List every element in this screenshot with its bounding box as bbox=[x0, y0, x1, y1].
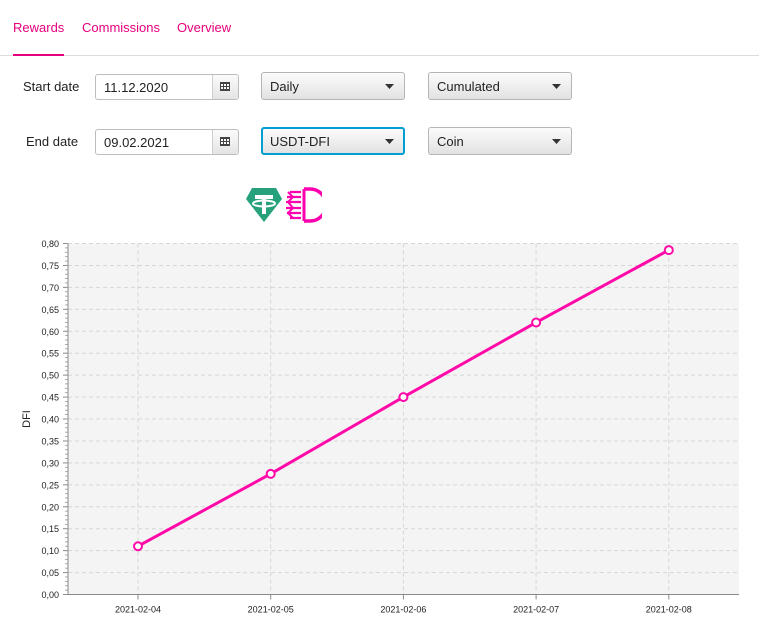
mode-select[interactable]: Cumulated bbox=[428, 72, 572, 100]
unit-select[interactable]: Coin bbox=[428, 127, 572, 155]
data-point bbox=[265, 468, 276, 479]
unit-select-value: Coin bbox=[437, 134, 464, 149]
calendar-icon bbox=[220, 82, 230, 91]
chevron-down-icon bbox=[552, 84, 561, 89]
mode-select-value: Cumulated bbox=[437, 79, 500, 94]
data-point bbox=[531, 317, 542, 328]
y-tick-label: 0,60 bbox=[41, 327, 59, 337]
y-tick-label: 0,50 bbox=[41, 371, 59, 381]
end-date-calendar-button[interactable] bbox=[212, 130, 238, 154]
y-tick-label: 0,00 bbox=[41, 590, 59, 600]
tether-icon bbox=[246, 188, 282, 222]
end-date-label: End date bbox=[26, 134, 79, 149]
x-tick-label: 2021-02-04 bbox=[115, 605, 161, 615]
tab-overview[interactable]: Overview bbox=[177, 0, 231, 55]
pool-select[interactable]: USDT-DFI bbox=[261, 127, 405, 155]
data-point bbox=[133, 541, 143, 552]
calendar-icon bbox=[220, 137, 230, 146]
chevron-down-icon bbox=[385, 84, 394, 89]
y-tick-label: 0,70 bbox=[41, 283, 59, 293]
end-date-picker[interactable] bbox=[95, 129, 239, 155]
start-date-picker[interactable] bbox=[95, 74, 239, 100]
y-tick-label: 0,80 bbox=[41, 239, 59, 249]
y-tick-label: 0,25 bbox=[41, 480, 59, 490]
x-tick-label: 2021-02-07 bbox=[513, 605, 559, 615]
x-tick-label: 2021-02-08 bbox=[646, 605, 692, 615]
y-tick-label: 0,45 bbox=[41, 393, 59, 403]
y-tick-label: 0,15 bbox=[41, 524, 59, 534]
start-date-calendar-button[interactable] bbox=[212, 75, 238, 99]
y-tick-label: 0,75 bbox=[41, 261, 59, 271]
start-date-field[interactable] bbox=[96, 75, 213, 99]
data-point bbox=[398, 392, 409, 403]
y-tick-label: 0,65 bbox=[41, 305, 59, 315]
tab-bar: Rewards Commissions Overview bbox=[0, 0, 759, 56]
defichain-icon bbox=[286, 187, 322, 223]
y-tick-label: 0,35 bbox=[41, 436, 59, 446]
y-axis-label: DFI bbox=[21, 410, 33, 428]
rewards-line-chart: 0,00 0,05 0,10 0,15 0,20 0,25 0,30 0,35 0,40 0,45… bbox=[21, 239, 739, 615]
interval-select-value: Daily bbox=[270, 79, 299, 94]
start-date-label: Start date bbox=[23, 79, 80, 94]
tab-rewards[interactable]: Rewards bbox=[13, 0, 65, 56]
tab-commissions[interactable]: Commissions bbox=[82, 0, 160, 55]
end-date-field[interactable] bbox=[96, 130, 213, 154]
y-tick-label: 0,05 bbox=[41, 568, 59, 578]
x-tick-label: 2021-02-05 bbox=[248, 605, 294, 615]
chevron-down-icon bbox=[385, 139, 394, 144]
interval-select[interactable]: Daily bbox=[261, 72, 405, 100]
pool-select-value: USDT-DFI bbox=[270, 134, 330, 149]
y-tick-label: 0,40 bbox=[41, 415, 59, 425]
y-tick-label: 0,20 bbox=[41, 502, 59, 512]
chevron-down-icon bbox=[552, 139, 561, 144]
y-tick-label: 0,55 bbox=[41, 349, 59, 359]
x-tick-label: 2021-02-06 bbox=[380, 605, 426, 615]
data-point bbox=[663, 245, 674, 256]
y-tick-label: 0,30 bbox=[41, 458, 59, 468]
y-tick-label: 0,10 bbox=[41, 546, 59, 556]
